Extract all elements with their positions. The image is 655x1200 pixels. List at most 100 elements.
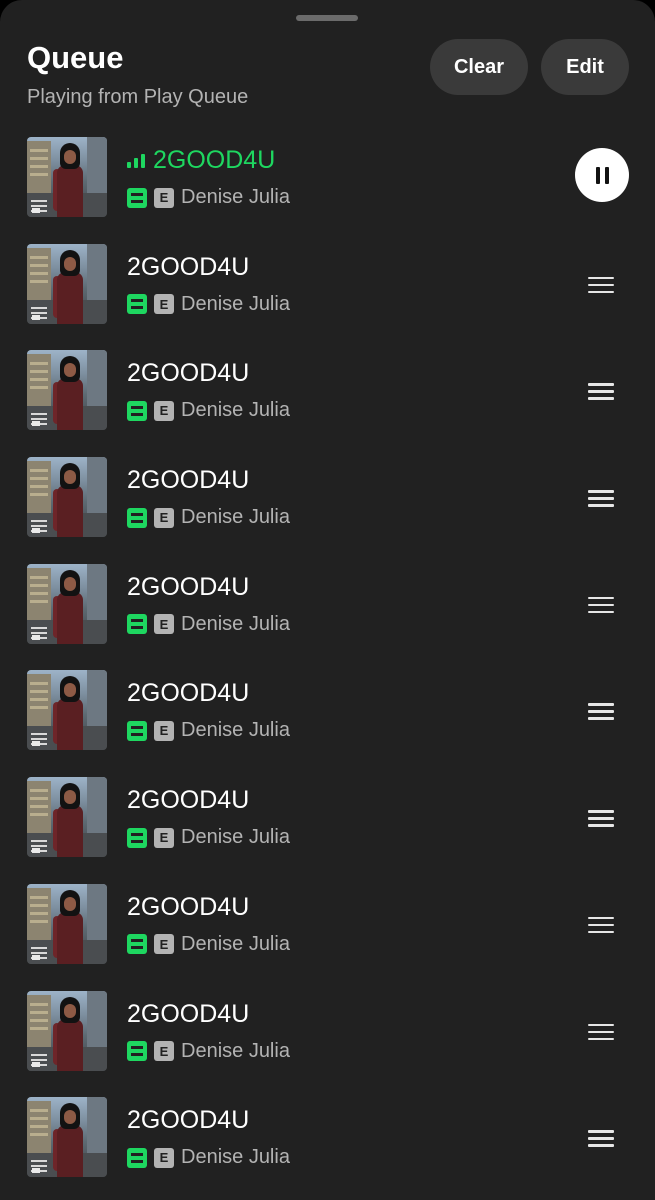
album-art	[27, 1097, 107, 1178]
queue-list: 2GOOD4U E Denise Julia 2GOOD4U E Denise Julia…	[0, 137, 655, 1200]
explicit-badge: E	[154, 1147, 174, 1168]
track-artist: Denise Julia	[181, 1039, 290, 1062]
downloaded-icon	[127, 400, 147, 421]
downloaded-icon	[127, 934, 147, 955]
album-art	[27, 350, 107, 431]
track-title-line: 2GOOD4U	[127, 359, 249, 388]
drag-handle-icon[interactable]	[588, 383, 614, 401]
track-title-line: 2GOOD4U	[127, 466, 249, 495]
equalizer-bars-icon	[127, 153, 145, 168]
track-meta: E Denise Julia	[127, 613, 290, 636]
downloaded-icon	[127, 720, 147, 741]
track-artist: Denise Julia	[181, 719, 290, 742]
drag-handle-icon[interactable]	[588, 490, 614, 508]
track-meta: E Denise Julia	[127, 399, 290, 422]
track-artist: Denise Julia	[181, 1146, 290, 1169]
drag-handle-icon[interactable]	[588, 703, 614, 721]
track-title: 2GOOD4U	[127, 359, 250, 388]
track-meta: E Denise Julia	[127, 293, 290, 316]
queue-track-row[interactable]: 2GOOD4U E Denise Julia	[0, 777, 655, 884]
track-title: 2GOOD4U	[127, 1106, 250, 1135]
drag-handle-icon[interactable]	[588, 276, 614, 295]
drag-handle-icon[interactable]	[588, 1023, 614, 1042]
explicit-badge: E	[154, 400, 174, 421]
track-title-line: 2GOOD4U	[127, 786, 249, 815]
track-meta: E Denise Julia	[127, 933, 290, 956]
album-art	[27, 777, 107, 858]
track-title-line: 2GOOD4U	[127, 573, 249, 602]
explicit-badge: E	[154, 934, 174, 955]
explicit-badge: E	[154, 720, 174, 741]
explicit-badge: E	[154, 507, 174, 528]
downloaded-icon	[127, 614, 147, 635]
track-title: 2GOOD4U	[127, 572, 250, 601]
track-title-line: 2GOOD4U	[127, 1106, 249, 1135]
track-title-line: 2GOOD4U	[127, 1000, 249, 1029]
album-art	[27, 883, 107, 964]
track-title: 2GOOD4U	[127, 466, 250, 495]
explicit-badge: E	[154, 187, 174, 208]
track-meta: E Denise Julia	[127, 719, 290, 742]
track-meta: E Denise Julia	[127, 826, 290, 849]
album-art	[27, 670, 107, 751]
track-title: 2GOOD4U	[127, 892, 250, 921]
queue-track-row[interactable]: 2GOOD4U E Denise Julia	[0, 670, 655, 777]
track-artist: Denise Julia	[181, 932, 290, 955]
drag-handle-icon[interactable]	[588, 596, 614, 615]
edit-button[interactable]: Edit	[541, 39, 629, 95]
queue-track-row[interactable]: 2GOOD4U E Denise Julia	[0, 457, 655, 564]
pause-button[interactable]	[575, 148, 629, 202]
downloaded-icon	[127, 1041, 147, 1061]
queue-sheet: Queue Playing from Play Queue Clear Edit…	[0, 0, 655, 1200]
drag-handle-icon[interactable]	[588, 1130, 614, 1148]
downloaded-icon	[127, 1147, 147, 1168]
album-art	[27, 243, 107, 324]
clear-button[interactable]: Clear	[430, 39, 528, 95]
drag-handle-icon[interactable]	[588, 810, 614, 828]
drag-handle-icon[interactable]	[588, 916, 614, 935]
track-meta: E Denise Julia	[127, 506, 290, 529]
now-playing-track-row[interactable]: 2GOOD4U E Denise Julia	[0, 137, 655, 244]
track-artist: Denise Julia	[181, 612, 290, 635]
queue-track-row[interactable]: 2GOOD4U E Denise Julia	[0, 1097, 655, 1200]
explicit-badge: E	[154, 827, 174, 848]
track-meta: E Denise Julia	[127, 1146, 290, 1169]
track-title: 2GOOD4U	[153, 146, 276, 174]
downloaded-icon	[127, 507, 147, 528]
track-meta: E Denise Julia	[127, 186, 290, 209]
track-artist: Denise Julia	[181, 506, 290, 529]
queue-track-row[interactable]: 2GOOD4U E Denise Julia	[0, 243, 655, 351]
sheet-grab-handle[interactable]	[296, 15, 358, 21]
track-title-line: 2GOOD4U	[127, 253, 249, 282]
album-art	[27, 137, 107, 217]
downloaded-icon	[127, 294, 147, 315]
track-title-line: 2GOOD4U	[127, 893, 249, 922]
track-title: 2GOOD4U	[127, 679, 250, 708]
track-artist: Denise Julia	[181, 826, 290, 849]
queue-track-row[interactable]: 2GOOD4U E Denise Julia	[0, 990, 655, 1098]
track-artist: Denise Julia	[181, 292, 290, 315]
downloaded-icon	[127, 187, 147, 208]
track-title-line: 2GOOD4U	[127, 679, 249, 708]
explicit-badge: E	[154, 614, 174, 635]
track-title: 2GOOD4U	[127, 999, 250, 1028]
pause-icon-bar	[595, 166, 600, 184]
track-title: 2GOOD4U	[127, 786, 250, 815]
downloaded-icon	[127, 827, 147, 848]
track-title-line: 2GOOD4U	[127, 146, 275, 175]
explicit-badge: E	[154, 294, 174, 315]
album-art	[27, 457, 107, 538]
page-title: Queue	[27, 40, 124, 75]
explicit-badge: E	[154, 1041, 174, 1061]
queue-track-row[interactable]: 2GOOD4U E Denise Julia	[0, 563, 655, 671]
pause-icon-bar	[604, 166, 609, 184]
queue-track-row[interactable]: 2GOOD4U E Denise Julia	[0, 883, 655, 991]
track-meta: E Denise Julia	[127, 1040, 290, 1063]
queue-track-row[interactable]: 2GOOD4U E Denise Julia	[0, 350, 655, 457]
track-title: 2GOOD4U	[127, 252, 250, 281]
track-artist: Denise Julia	[181, 399, 290, 422]
track-artist: Denise Julia	[181, 186, 290, 208]
album-art	[27, 563, 107, 644]
album-art	[27, 990, 107, 1071]
queue-context-label: Playing from Play Queue	[27, 86, 249, 108]
